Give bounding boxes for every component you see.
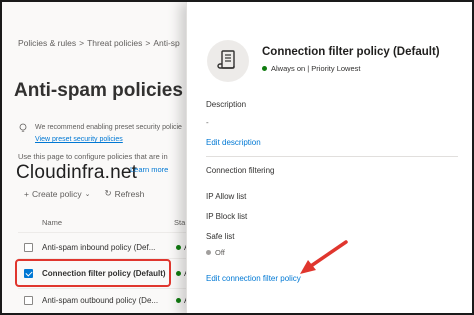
plus-icon: + xyxy=(24,188,29,199)
table-row[interactable]: Anti-spam inbound policy (Def... A xyxy=(24,238,192,256)
page-title: Anti-spam policies xyxy=(14,80,183,101)
refresh-icon: ↻ xyxy=(104,188,112,198)
safe-list-value-text: Off xyxy=(215,248,225,257)
connection-filtering-heading: Connection filtering xyxy=(206,166,275,175)
panel-divider xyxy=(206,156,458,157)
panel-subtitle: Always on | Priority Lowest xyxy=(262,64,360,73)
ip-allow-list-label: IP Allow list xyxy=(206,192,247,201)
column-header-name[interactable]: Name xyxy=(42,218,62,227)
background-page: Policies & rules > Threat policies > Anti-sp… xyxy=(2,2,192,313)
recommendation-text: We recommend enabling preset security po… xyxy=(35,124,182,131)
safe-list-label: Safe list xyxy=(206,232,235,241)
use-page-text: Use this page to configure policies that… xyxy=(18,152,168,161)
row-name: Anti-spam inbound policy (Def... xyxy=(42,242,156,252)
row-checkbox[interactable] xyxy=(24,295,33,305)
create-policy-button[interactable]: + Create policy ⌄ xyxy=(24,189,90,199)
policy-icon-badge xyxy=(207,40,249,82)
breadcrumb-item[interactable]: Threat policies xyxy=(87,38,142,48)
column-header-status[interactable]: Sta xyxy=(174,218,185,227)
edit-connection-filter-policy-link[interactable]: Edit connection filter policy xyxy=(206,274,301,283)
screenshot-frame: Policies & rules > Threat policies > Anti-sp… xyxy=(0,0,474,315)
learn-more-link[interactable]: Learn more xyxy=(130,165,168,174)
description-value: - xyxy=(206,118,209,127)
breadcrumb-item[interactable]: Anti-sp xyxy=(153,38,179,48)
edit-description-link[interactable]: Edit description xyxy=(206,138,261,147)
create-policy-label: Create policy xyxy=(31,188,82,199)
breadcrumb: Policies & rules > Threat policies > Anti-sp xyxy=(18,38,180,48)
scroll-icon xyxy=(217,50,235,69)
status-dot xyxy=(176,270,181,276)
chevron-down-icon: ⌄ xyxy=(84,190,91,198)
refresh-button[interactable]: ↻ Refresh xyxy=(104,188,144,199)
breadcrumb-item[interactable]: Policies & rules xyxy=(18,38,76,48)
divider xyxy=(18,288,192,289)
status-dot xyxy=(176,244,181,250)
status-off-dot xyxy=(206,250,211,255)
refresh-label: Refresh xyxy=(114,188,145,199)
lightbulb-icon xyxy=(19,123,27,132)
row-name: Anti-spam outbound policy (De... xyxy=(42,295,159,305)
view-preset-link[interactable]: View preset security policies xyxy=(35,136,123,143)
description-label: Description xyxy=(206,100,247,109)
status-on-dot xyxy=(262,66,267,71)
watermark: Cloudinfra.net xyxy=(16,162,138,183)
recommendation-banner: We recommend enabling preset security po… xyxy=(18,122,192,150)
toolbar: + Create policy ⌄ ↻ Refresh xyxy=(24,188,144,199)
panel-subtitle-text: Always on | Priority Lowest xyxy=(271,64,361,73)
divider xyxy=(18,232,192,233)
row-checkbox[interactable] xyxy=(24,242,33,252)
breadcrumb-sep: > xyxy=(79,38,85,48)
status-dot xyxy=(176,297,181,303)
breadcrumb-sep: > xyxy=(145,38,151,48)
red-arrow-annotation xyxy=(300,240,348,274)
safe-list-value: Off xyxy=(206,248,225,257)
highlight-box xyxy=(15,259,171,287)
table-row[interactable]: Anti-spam outbound policy (De... A xyxy=(24,291,192,309)
panel-title: Connection filter policy (Default) xyxy=(262,46,440,58)
ip-block-list-label: IP Block list xyxy=(206,212,248,221)
